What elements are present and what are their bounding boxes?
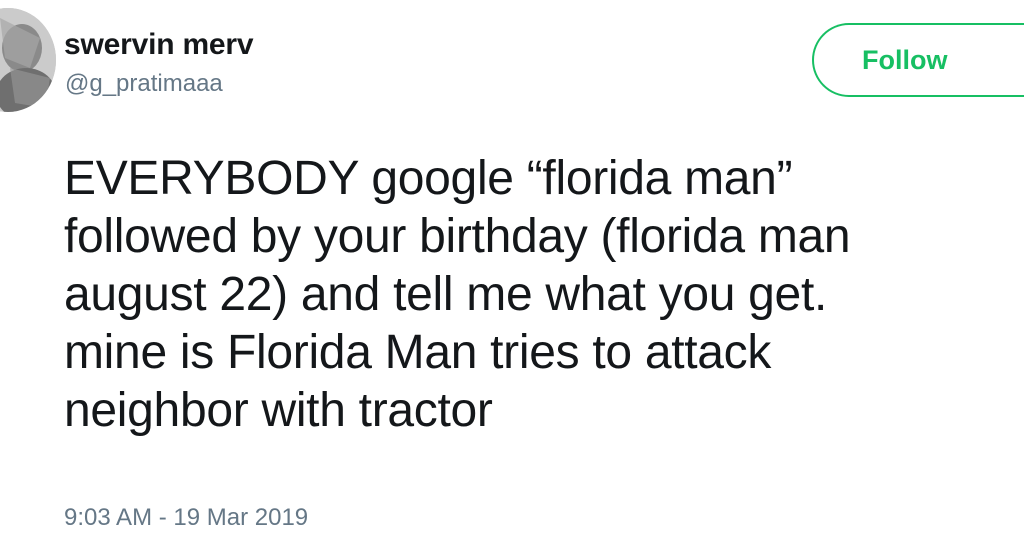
follow-button[interactable]: Follow [812, 23, 1024, 97]
tweet-text-line: mine is Florida Man tries to attack [64, 326, 772, 379]
tweet-text-line: august 22) and tell me what you get. [64, 268, 828, 321]
avatar[interactable] [0, 8, 56, 112]
tweet-text-line: followed by your birthday (florida man [64, 210, 851, 263]
tweet-timestamp[interactable]: 9:03 AM - 19 Mar 2019 [64, 504, 308, 532]
user-handle[interactable]: @g_pratimaaa [65, 70, 223, 98]
tweet-text-line: neighbor with tractor [64, 384, 493, 437]
avatar-photo-icon [0, 8, 56, 112]
tweet-card: swervin merv @g_pratimaaa Follow EVERYBO… [0, 0, 1024, 538]
tweet-text-line: EVERYBODY google “florida man” [64, 152, 793, 205]
display-name[interactable]: swervin merv [64, 28, 254, 62]
tweet-text: EVERYBODY google “florida man” followed … [64, 150, 1024, 440]
